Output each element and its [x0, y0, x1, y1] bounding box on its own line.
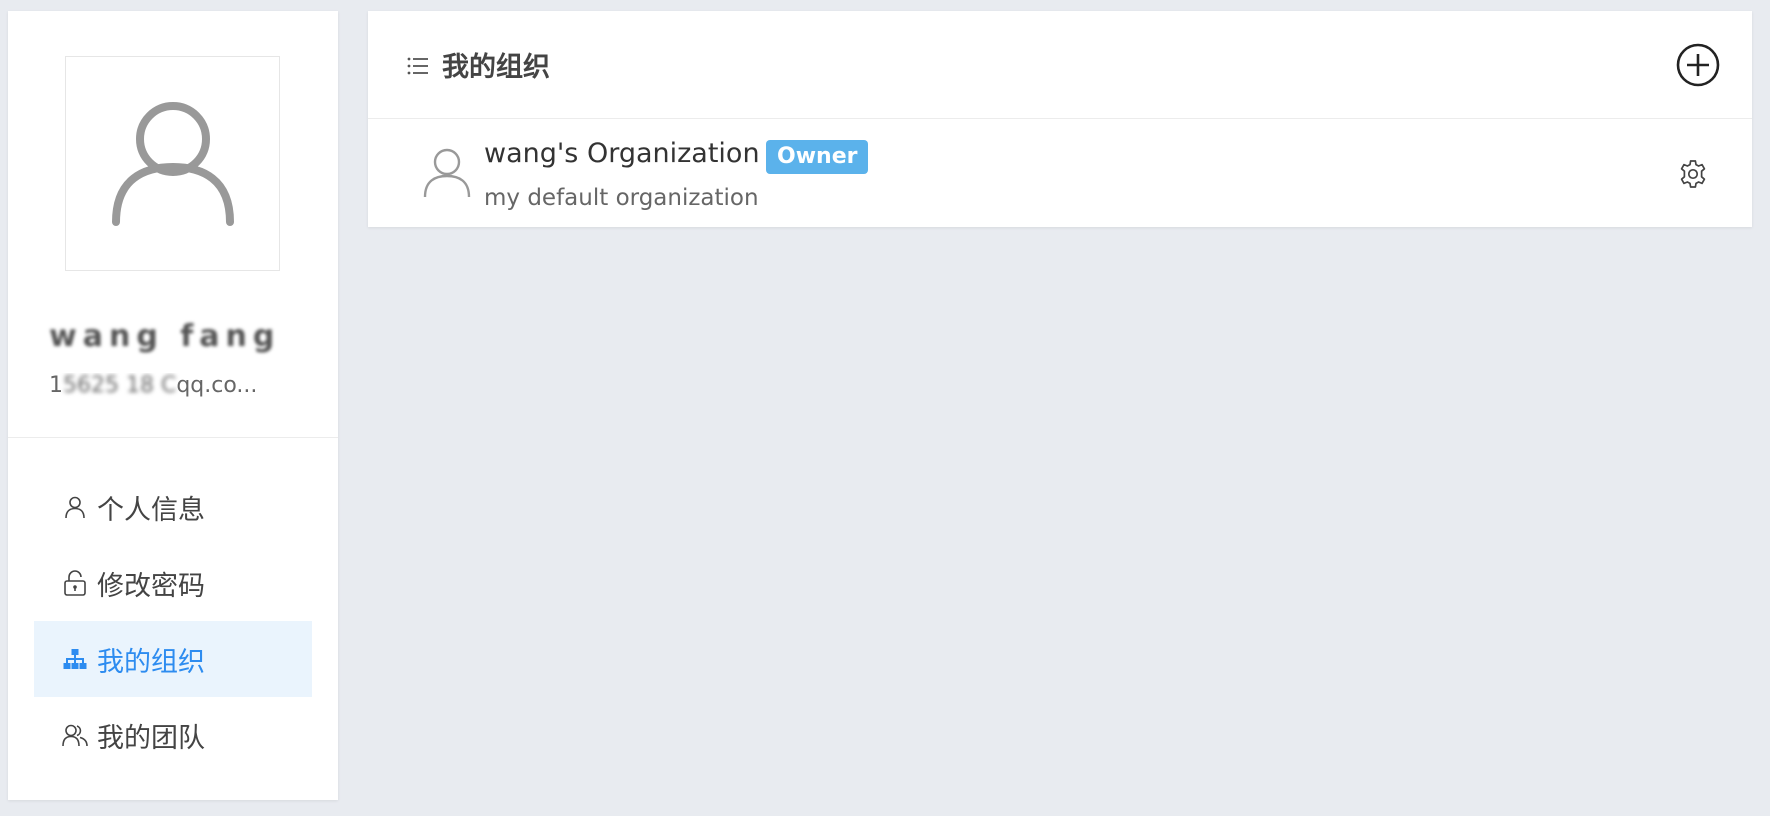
sidebar-item-change-password[interactable]: 修改密码	[34, 545, 312, 621]
user-name: wang fang	[49, 319, 281, 354]
user-email-visible: 1	[49, 373, 63, 398]
organizations-panel: 我的组织 wang's Organization Owner my defaul…	[368, 11, 1752, 227]
org-avatar-icon	[422, 147, 472, 199]
sidebar-menu: 个人信息 修改密码 我的组织 我的团队	[34, 469, 312, 773]
user-avatar-icon	[111, 101, 234, 226]
avatar	[65, 56, 280, 271]
sitemap-icon	[62, 646, 88, 672]
user-icon	[62, 494, 88, 520]
org-description: my default organization	[484, 185, 759, 211]
gear-icon[interactable]	[1678, 159, 1708, 189]
plus-circle-icon	[1676, 43, 1720, 87]
sidebar-item-label: 个人信息	[97, 494, 205, 526]
page-title: 我的组织	[442, 52, 550, 83]
add-organization-button[interactable]	[1676, 43, 1720, 87]
sidebar-item-my-teams[interactable]: 我的团队	[34, 697, 312, 773]
lock-icon	[62, 570, 88, 596]
list-item[interactable]: wang's Organization Owner my default org…	[368, 119, 1752, 227]
org-name[interactable]: wang's Organization	[484, 138, 760, 169]
team-icon	[62, 722, 88, 748]
sidebar-item-profile[interactable]: 个人信息	[34, 469, 312, 545]
user-email-suffix: qq.co...	[176, 373, 258, 398]
user-email-hidden: 5625 18 C	[63, 373, 177, 398]
list-icon	[406, 54, 430, 78]
status-badge: Owner	[766, 140, 869, 174]
sidebar-divider	[8, 437, 338, 438]
sidebar-item-label: 修改密码	[97, 570, 205, 602]
sidebar-item-my-organizations[interactable]: 我的组织	[34, 621, 312, 697]
sidebar-item-label: 我的团队	[97, 722, 205, 754]
panel-header: 我的组织	[368, 11, 1752, 119]
profile-sidebar: wang fang 15625 18 Cqq.co... 个人信息 修改密码 我…	[8, 11, 338, 800]
sidebar-item-label: 我的组织	[97, 646, 205, 678]
user-email: 15625 18 Cqq.co...	[49, 373, 299, 398]
